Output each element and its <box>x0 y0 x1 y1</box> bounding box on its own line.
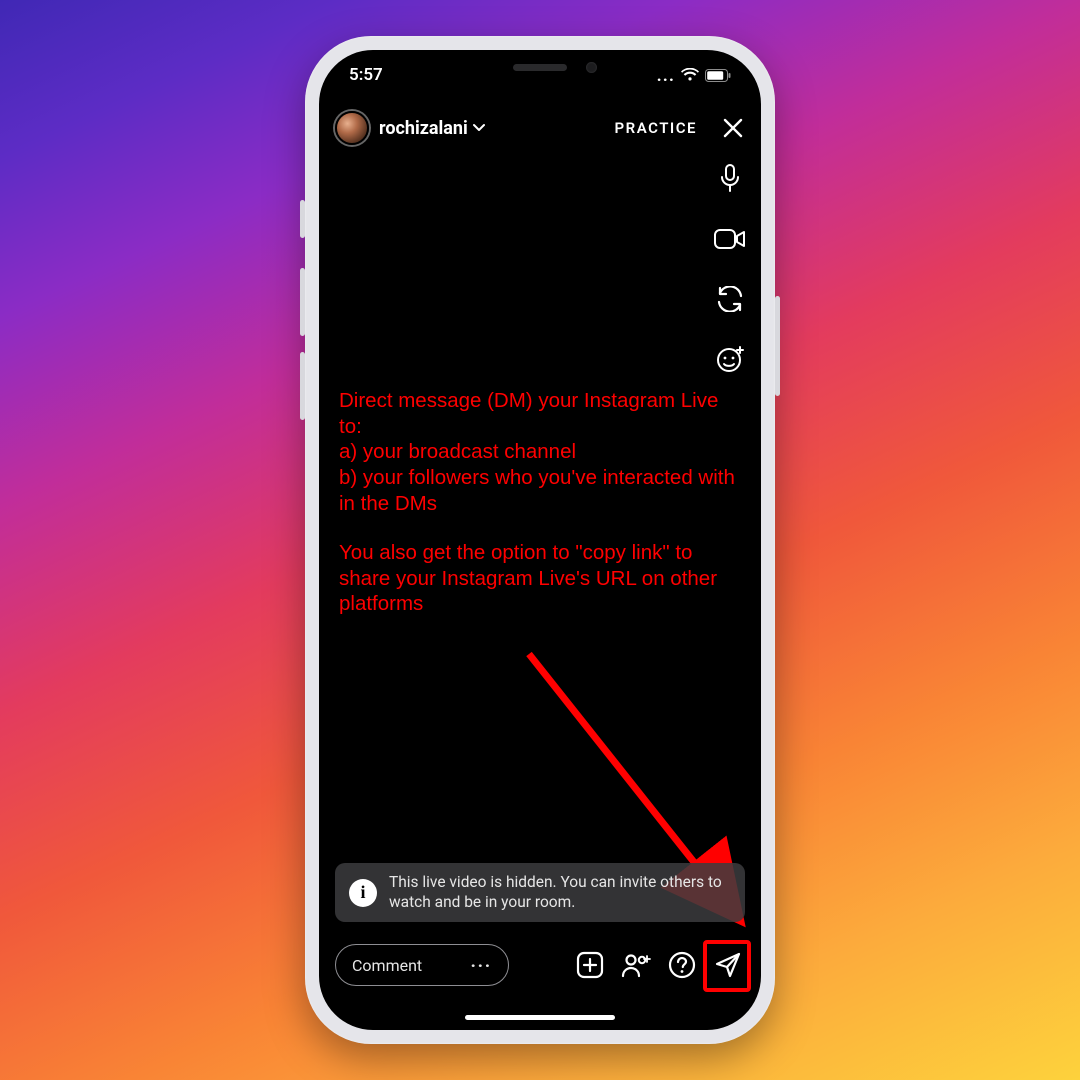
face-effect-button[interactable] <box>713 342 747 376</box>
status-time: 5:57 <box>349 65 383 85</box>
close-button[interactable] <box>721 116 745 140</box>
phone-screen: 5:57 ... rochizalani PRACTICE <box>319 50 761 1030</box>
question-icon <box>668 951 696 979</box>
volume-down-button <box>300 352 305 420</box>
microphone-icon <box>717 164 743 194</box>
share-button[interactable] <box>711 948 745 982</box>
chevron-down-icon <box>472 121 486 135</box>
live-bottom-bar: Comment ··· <box>335 944 745 986</box>
username-label: rochizalani <box>379 118 468 139</box>
live-side-tools <box>713 162 747 376</box>
comment-input[interactable]: Comment ··· <box>335 944 509 986</box>
close-icon <box>721 116 745 140</box>
volume-up-button <box>300 268 305 336</box>
video-camera-icon <box>714 227 746 251</box>
more-icon[interactable]: ··· <box>471 956 492 975</box>
tutorial-annotation: Direct message (DM) your Instagram Live … <box>339 388 741 641</box>
add-guest-button[interactable] <box>619 948 653 982</box>
add-person-icon <box>621 952 651 978</box>
face-effect-icon <box>715 344 745 374</box>
send-icon <box>714 951 742 979</box>
avatar[interactable] <box>335 111 369 145</box>
signal-icon: ... <box>657 65 675 86</box>
camera-flip-icon <box>715 286 745 312</box>
username-dropdown[interactable]: rochizalani <box>379 118 486 139</box>
help-button[interactable] <box>665 948 699 982</box>
add-media-button[interactable] <box>573 948 607 982</box>
video-button[interactable] <box>713 222 747 256</box>
camera-flip-button[interactable] <box>713 282 747 316</box>
add-media-icon <box>576 951 604 979</box>
toast-message: This live video is hidden. You can invit… <box>389 873 731 912</box>
wifi-icon <box>681 68 699 82</box>
status-bar: 5:57 ... <box>319 60 761 90</box>
silence-switch <box>300 200 305 238</box>
power-button <box>775 296 780 396</box>
home-indicator <box>465 1015 615 1020</box>
annotation-paragraph-2: You also get the option to "copy link" t… <box>339 540 741 617</box>
comment-placeholder: Comment <box>352 956 422 975</box>
microphone-button[interactable] <box>713 162 747 196</box>
phone-frame: 5:57 ... rochizalani PRACTICE <box>305 36 775 1044</box>
practice-label[interactable]: PRACTICE <box>615 119 697 137</box>
info-icon: i <box>349 879 377 907</box>
hidden-live-toast: i This live video is hidden. You can inv… <box>335 863 745 922</box>
annotation-paragraph-1: Direct message (DM) your Instagram Live … <box>339 388 741 516</box>
live-header: rochizalani PRACTICE <box>319 104 761 152</box>
battery-icon <box>705 69 731 82</box>
